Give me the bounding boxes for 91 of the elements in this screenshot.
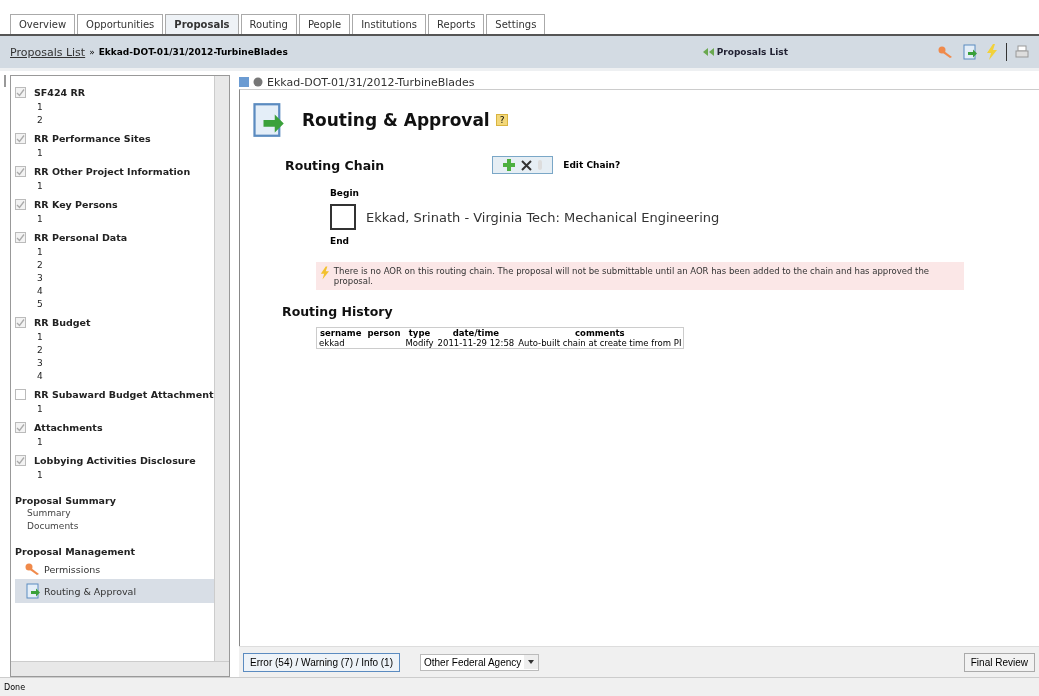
page-link[interactable]: 1: [15, 102, 214, 115]
nav-tab[interactable]: Overview: [10, 14, 76, 34]
page-link[interactable]: 3: [15, 273, 214, 286]
column-header: comments: [516, 327, 684, 338]
status-text: Done: [0, 677, 1039, 696]
page-link[interactable]: 1: [15, 247, 214, 260]
end-label: End: [330, 236, 350, 246]
close-icon[interactable]: [521, 159, 533, 171]
document-title: Ekkad-DOT-01/31/2012-TurbineBlades: [267, 75, 475, 89]
column-header: type: [403, 327, 436, 338]
management-item[interactable]: Routing & Approval: [15, 579, 214, 603]
section-heading: Proposal Summary: [15, 495, 117, 506]
page-link[interactable]: 4: [15, 286, 214, 299]
info-icon: [239, 77, 249, 87]
form-link[interactable]: RR Personal Data: [34, 231, 128, 243]
chain-member: Ekkad, Srinath - Virginia Tech: Mechanical Engineering: [366, 209, 720, 225]
page-link[interactable]: 2: [15, 260, 214, 273]
form-link[interactable]: Lobbying Activities Disclosure: [34, 454, 196, 466]
page-link[interactable]: 2: [15, 115, 214, 128]
member-checkbox[interactable]: [330, 204, 356, 230]
form-checkbox[interactable]: [15, 421, 26, 433]
form-checkbox[interactable]: [15, 388, 26, 400]
column-header: person: [364, 327, 404, 338]
form-link[interactable]: Attachments: [34, 421, 103, 433]
page-title: Routing & Approval: [302, 110, 490, 130]
page-link[interactable]: 1: [15, 148, 214, 161]
form-link[interactable]: RR Key Persons: [34, 198, 118, 210]
column-header: sername: [316, 327, 365, 338]
printer-icon[interactable]: [1015, 45, 1029, 59]
edit-chain-label: Edit Chain?: [563, 160, 621, 170]
form-link[interactable]: SF424 RR: [34, 86, 86, 98]
management-item[interactable]: Permissions: [15, 559, 214, 579]
page-link[interactable]: 1: [15, 437, 214, 450]
nav-tab[interactable]: People: [298, 14, 351, 34]
back-link[interactable]: Proposals List: [702, 47, 788, 57]
page-link[interactable]: 4: [15, 371, 214, 384]
page-link[interactable]: 1: [15, 214, 214, 227]
page-link[interactable]: 1: [15, 181, 214, 194]
form-checkbox[interactable]: [15, 86, 26, 98]
form-link[interactable]: RR Performance Sites: [34, 132, 151, 144]
plus-icon[interactable]: [503, 159, 516, 171]
page-link[interactable]: 1: [15, 404, 214, 417]
attachment-icon: [253, 77, 263, 87]
nav-tab[interactable]: Proposals: [165, 14, 239, 34]
form-checkbox[interactable]: [15, 198, 26, 210]
nav-tab[interactable]: Settings: [486, 14, 546, 34]
section-heading: Routing History: [282, 304, 394, 319]
section-heading: Routing Chain: [285, 157, 385, 173]
agency-select[interactable]: Other Federal Agency: [420, 653, 540, 671]
page-link[interactable]: 1: [15, 332, 214, 345]
caret-icon: [524, 655, 539, 669]
nav-tab[interactable]: Reports: [428, 14, 485, 34]
page-link[interactable]: 1: [15, 470, 214, 483]
breadcrumb-separator: »: [89, 47, 95, 57]
begin-label: Begin: [330, 188, 360, 198]
summary-link[interactable]: Documents: [15, 521, 214, 534]
form-checkbox[interactable]: [15, 165, 26, 177]
table-cell: ekkad: [316, 338, 365, 349]
form-link[interactable]: RR Subaward Budget Attachment: [34, 388, 214, 400]
summary-link[interactable]: Summary: [15, 508, 214, 521]
horizontal-scrollbar[interactable]: [11, 661, 229, 676]
page-link[interactable]: 2: [15, 345, 214, 358]
breadcrumb-current: Ekkad-DOT-01/31/2012-TurbineBlades: [98, 47, 288, 57]
help-icon[interactable]: ?: [495, 114, 509, 126]
nav-tab[interactable]: Institutions: [352, 14, 426, 34]
page-link[interactable]: 5: [15, 299, 214, 312]
final-review-button[interactable]: Final Review: [963, 652, 1035, 672]
key-icon: [25, 563, 41, 575]
table-cell: Modify: [403, 338, 436, 349]
chain-edit-toolbar[interactable]: [492, 156, 554, 174]
table-cell-text: 2011-11-29 12:58: [436, 338, 516, 349]
key-icon: [938, 46, 954, 58]
form-checkbox[interactable]: [15, 454, 26, 466]
table-cell: Auto-built chain at create time from PI: [516, 338, 684, 349]
section-heading: Proposal Management: [15, 546, 137, 557]
form-checkbox[interactable]: [15, 316, 26, 328]
form-link[interactable]: RR Other Project Information: [34, 165, 191, 177]
form-checkbox[interactable]: [15, 231, 26, 243]
lightning-icon: [320, 266, 330, 280]
messages-button[interactable]: Error (54) / Warning (7) / Info (1): [243, 652, 400, 672]
warning-text: There is no AOR on this routing chain. The proposal will not be submittable until an AOR has been added to the chain and has approved the proposal.: [333, 266, 931, 286]
nav-tab[interactable]: Routing: [240, 14, 297, 34]
document-arrow-icon: [250, 102, 286, 138]
proposals-list-link[interactable]: Proposals List: [10, 45, 86, 59]
form-link[interactable]: RR Budget: [34, 316, 91, 328]
column-header: date/time: [435, 327, 517, 338]
form-checkbox[interactable]: [15, 132, 26, 144]
vertical-scrollbar[interactable]: [213, 76, 229, 661]
nav-tab[interactable]: Opportunities: [77, 14, 164, 34]
double-arrow-icon: [702, 48, 714, 56]
page-link[interactable]: 3: [15, 358, 214, 371]
